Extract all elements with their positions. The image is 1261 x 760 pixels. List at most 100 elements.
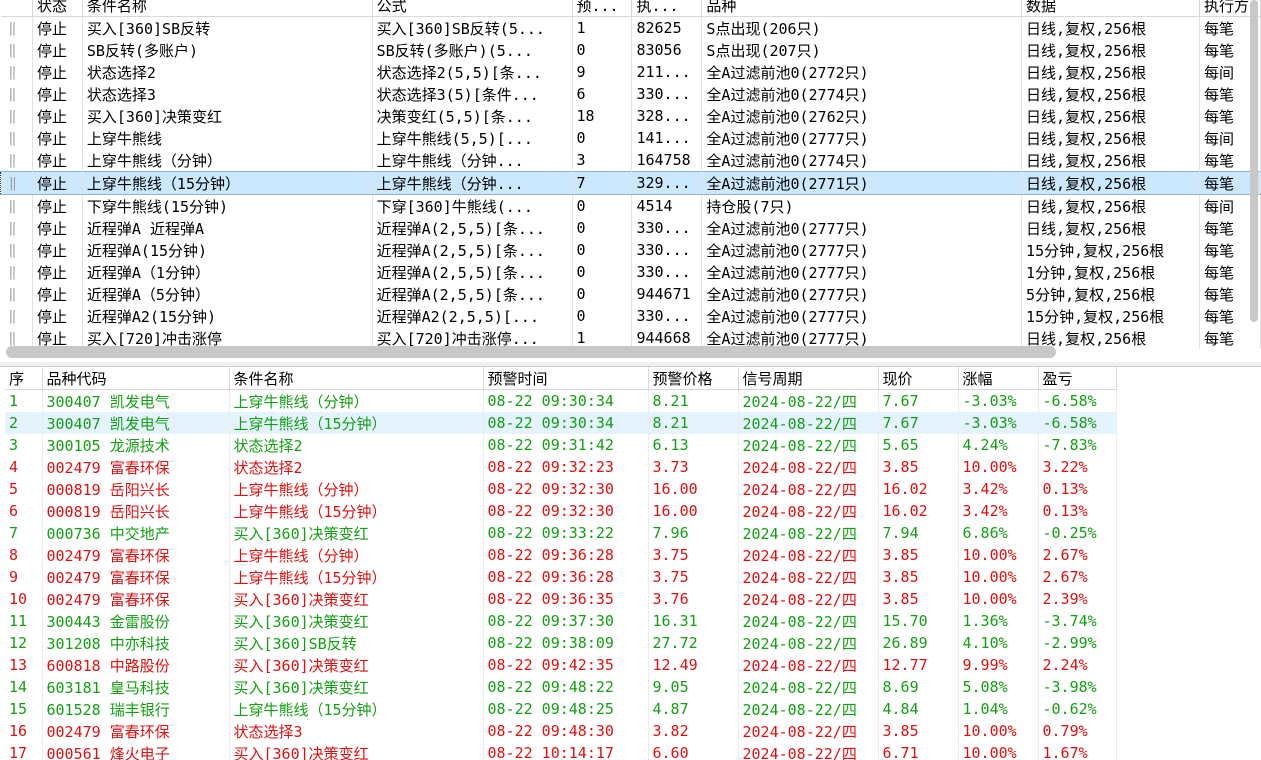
- drag-handle-icon[interactable]: ‖: [0, 239, 33, 261]
- price-cell: 6.13: [648, 434, 739, 456]
- current-cell: 15.70: [878, 610, 959, 632]
- alert-row[interactable]: 14 603181 皇马科技 买入[360]决策变红 08-22 09:48:22 9.…: [5, 676, 1117, 698]
- condition-cell: 买入[360]决策变红: [229, 610, 484, 632]
- col-current[interactable]: 现价: [878, 367, 959, 390]
- alert-row[interactable]: 1 300407 凯发电气 上穿牛熊线（分钟） 08-22 09:30:34 8.21 2…: [5, 389, 1117, 412]
- drag-handle-icon[interactable]: ‖: [0, 83, 33, 105]
- exec-cell: 330...: [631, 305, 703, 327]
- col-cond-name[interactable]: 条件名称: [82, 0, 373, 17]
- col-price[interactable]: 预警价格: [648, 367, 739, 390]
- current-cell: 3.85: [878, 588, 959, 610]
- col-no[interactable]: 序: [5, 367, 43, 390]
- col-period[interactable]: 信号周期: [738, 367, 879, 390]
- no-cell: 11: [5, 610, 43, 632]
- horizontal-scrollbar[interactable]: [6, 346, 1056, 358]
- exec-cell: 83056: [631, 39, 703, 61]
- strategy-row[interactable]: ‖ 停止 近程弹A2(15分钟) 近程弹A2(2,5,5)[... 0 330... 全A过…: [0, 305, 1261, 327]
- alert-row[interactable]: 10 002479 富春环保 买入[360]决策变红 08-22 09:36:35 3.…: [5, 588, 1117, 610]
- data-cell: 15分钟,复权,256根: [1021, 305, 1200, 327]
- strategy-row[interactable]: ‖ 停止 状态选择2 状态选择2(5,5)[条... 9 211... 全A过滤前池0(27…: [0, 61, 1261, 83]
- alert-row[interactable]: 4 002479 富春环保 状态选择2 08-22 09:32:23 3.73 2024-…: [5, 456, 1117, 478]
- vertical-scrollbar[interactable]: [1250, 0, 1258, 322]
- drag-handle-icon[interactable]: ‖: [0, 105, 33, 127]
- current-cell: 3.85: [878, 566, 959, 588]
- strategy-row[interactable]: ‖ 停止 上穿牛熊线 上穿牛熊线(5,5)[... 0 141... 全A过滤前池0(277…: [0, 127, 1261, 149]
- col-variety[interactable]: 品种: [701, 0, 1023, 17]
- strategy-row[interactable]: ‖ 停止 近程弹A 近程弹A 近程弹A(2,5,5)[条... 0 330... 全A过滤前…: [0, 217, 1261, 239]
- alert-row[interactable]: 11 300443 金雷股份 买入[360]决策变红 08-22 09:37:30 16…: [5, 610, 1117, 632]
- no-cell: 13: [5, 654, 43, 676]
- drag-handle-icon[interactable]: ‖: [0, 39, 33, 61]
- alert-row[interactable]: 5 000819 岳阳兴长 上穿牛熊线（分钟） 08-22 09:32:30 16.00…: [5, 478, 1117, 500]
- drag-handle-icon[interactable]: ‖: [0, 149, 33, 172]
- strategy-row[interactable]: ‖ 停止 近程弹A(15分钟) 近程弹A(2,5,5)[条... 0 330... 全A过滤…: [0, 239, 1261, 261]
- drag-handle-icon[interactable]: ‖: [0, 305, 33, 327]
- status-cell: 停止: [32, 61, 83, 83]
- condition-cell: 上穿牛熊线（15分钟）: [229, 412, 484, 434]
- alert-row[interactable]: 9 002479 富春环保 上穿牛熊线（15分钟） 08-22 09:36:28 3.7…: [5, 566, 1117, 588]
- strategy-row[interactable]: ‖ 停止 SB反转(多账户) SB反转(多账户)(5... 0 83056 S点出现(207…: [0, 39, 1261, 61]
- warn-cell: 18: [572, 105, 633, 127]
- col-condition[interactable]: 条件名称: [229, 367, 484, 390]
- pl-cell: -3.98%: [1038, 676, 1117, 698]
- drag-handle-icon[interactable]: ‖: [0, 61, 33, 83]
- exec-cell: 330...: [631, 83, 703, 105]
- strategy-row[interactable]: ‖ 停止 买入[360]SB反转 买入[360]SB反转(5... 1 82625 S点出现…: [0, 16, 1261, 39]
- alert-row[interactable]: 17 000561 烽火电子 买入[360]决策变红 08-22 10:14:17 6.…: [5, 742, 1117, 760]
- col-data[interactable]: 数据: [1021, 0, 1200, 17]
- condition-cell: 上穿牛熊线（分钟）: [229, 478, 484, 500]
- col-exec[interactable]: 执...: [631, 0, 703, 17]
- drag-handle-icon[interactable]: ‖: [0, 261, 33, 283]
- name-cell: 买入[360]SB反转: [82, 16, 373, 39]
- formula-cell: 买入[360]SB反转(5...: [372, 16, 573, 39]
- col-status[interactable]: 状态: [32, 0, 83, 17]
- alert-row[interactable]: 8 002479 富春环保 上穿牛熊线（分钟） 08-22 09:36:28 3.75 2…: [5, 544, 1117, 566]
- col-pl[interactable]: 盈亏: [1038, 367, 1117, 390]
- strategy-table-header: 状态 条件名称 公式 预... 执... 品种 数据 执行方: [0, 0, 1261, 17]
- warn-cell: 0: [572, 127, 633, 149]
- alert-row[interactable]: 3 300105 龙源技术 状态选择2 08-22 09:31:42 6.13 2024-…: [5, 434, 1117, 456]
- pl-cell: 2.39%: [1038, 588, 1117, 610]
- drag-handle-icon[interactable]: ‖: [0, 171, 33, 195]
- alert-row[interactable]: 7 000736 中交地产 买入[360]决策变红 08-22 09:33:22 7.9…: [5, 522, 1117, 544]
- time-cell: 08-22 10:14:17: [483, 742, 649, 760]
- data-cell: 日线,复权,256根: [1021, 217, 1200, 239]
- drag-handle-icon[interactable]: ‖: [0, 283, 33, 305]
- alert-row[interactable]: 13 600818 中路股份 买入[360]决策变红 08-22 09:42:35 12…: [5, 654, 1117, 676]
- col-code[interactable]: 品种代码: [42, 367, 230, 390]
- strategy-row[interactable]: ‖ 停止 买入[360]决策变红 决策变红(5,5)[条... 18 328... 全A过滤…: [0, 105, 1261, 127]
- strategy-row[interactable]: ‖ 停止 近程弹A（1分钟） 近程弹A(2,5,5)[条... 0 330... 全A过滤前…: [0, 261, 1261, 283]
- drag-handle-icon[interactable]: ‖: [0, 217, 33, 239]
- col-warn[interactable]: 预...: [572, 0, 633, 17]
- alert-table-header: 序 品种代码 条件名称 预警时间 预警价格 信号周期 现价 涨幅 盈亏: [5, 367, 1117, 390]
- strategy-row[interactable]: ‖ 停止 状态选择3 状态选择3(5)[条件... 6 330... 全A过滤前池0(277…: [0, 83, 1261, 105]
- exec-cell: 4514: [631, 194, 703, 217]
- col-formula[interactable]: 公式: [372, 0, 573, 17]
- period-cell: 2024-08-22/四: [738, 389, 879, 412]
- code-cell: 300443 金雷股份: [42, 610, 230, 632]
- strategy-row[interactable]: ‖ 停止 下穿牛熊线(15分钟) 下穿[360]牛熊线(... 0 4514 持仓股(7只)…: [0, 194, 1261, 217]
- alert-row[interactable]: 16 002479 富春环保 状态选择3 08-22 09:48:30 3.82 2024…: [5, 720, 1117, 742]
- strategy-table: 状态 条件名称 公式 预... 执... 品种 数据 执行方 ‖ 停止 买入[360…: [0, 0, 1261, 349]
- strategy-row[interactable]: ‖ 停止 近程弹A（5分钟） 近程弹A(2,5,5)[条... 0 944671 全A过滤前…: [0, 283, 1261, 305]
- alert-row[interactable]: 2 300407 凯发电气 上穿牛熊线（15分钟） 08-22 09:30:34 8.2…: [5, 412, 1117, 434]
- current-cell: 6.71: [878, 742, 959, 760]
- strategy-row[interactable]: ‖ 停止 上穿牛熊线（15分钟） 上穿牛熊线（分钟... 7 329... 全A过滤前池0(…: [0, 171, 1261, 195]
- alert-row[interactable]: 12 301208 中亦科技 买入[360]SB反转 08-22 09:38:09 27…: [5, 632, 1117, 654]
- col-time[interactable]: 预警时间: [483, 367, 649, 390]
- col-change[interactable]: 涨幅: [958, 367, 1039, 390]
- drag-handle-icon[interactable]: ‖: [0, 16, 33, 39]
- drag-handle-icon[interactable]: ‖: [0, 194, 33, 217]
- drag-handle-icon[interactable]: ‖: [0, 127, 33, 149]
- alert-row[interactable]: 15 601528 瑞丰银行 上穿牛熊线（15分钟） 08-22 09:48:25 4.…: [5, 698, 1117, 720]
- warn-cell: 6: [572, 83, 633, 105]
- strategy-row[interactable]: ‖ 停止 上穿牛熊线（分钟） 上穿牛熊线（分钟... 3 164758 全A过滤前池0(27…: [0, 149, 1261, 172]
- change-cell: -3.03%: [958, 412, 1039, 434]
- current-cell: 26.89: [878, 632, 959, 654]
- alert-row[interactable]: 6 000819 岳阳兴长 上穿牛熊线（15分钟） 08-22 09:32:30 16.…: [5, 500, 1117, 522]
- time-cell: 08-22 09:36:35: [483, 588, 649, 610]
- status-cell: 停止: [32, 283, 83, 305]
- data-cell: 日线,复权,256根: [1021, 194, 1200, 217]
- price-cell: 9.05: [648, 676, 739, 698]
- name-cell: 下穿牛熊线(15分钟): [82, 194, 373, 217]
